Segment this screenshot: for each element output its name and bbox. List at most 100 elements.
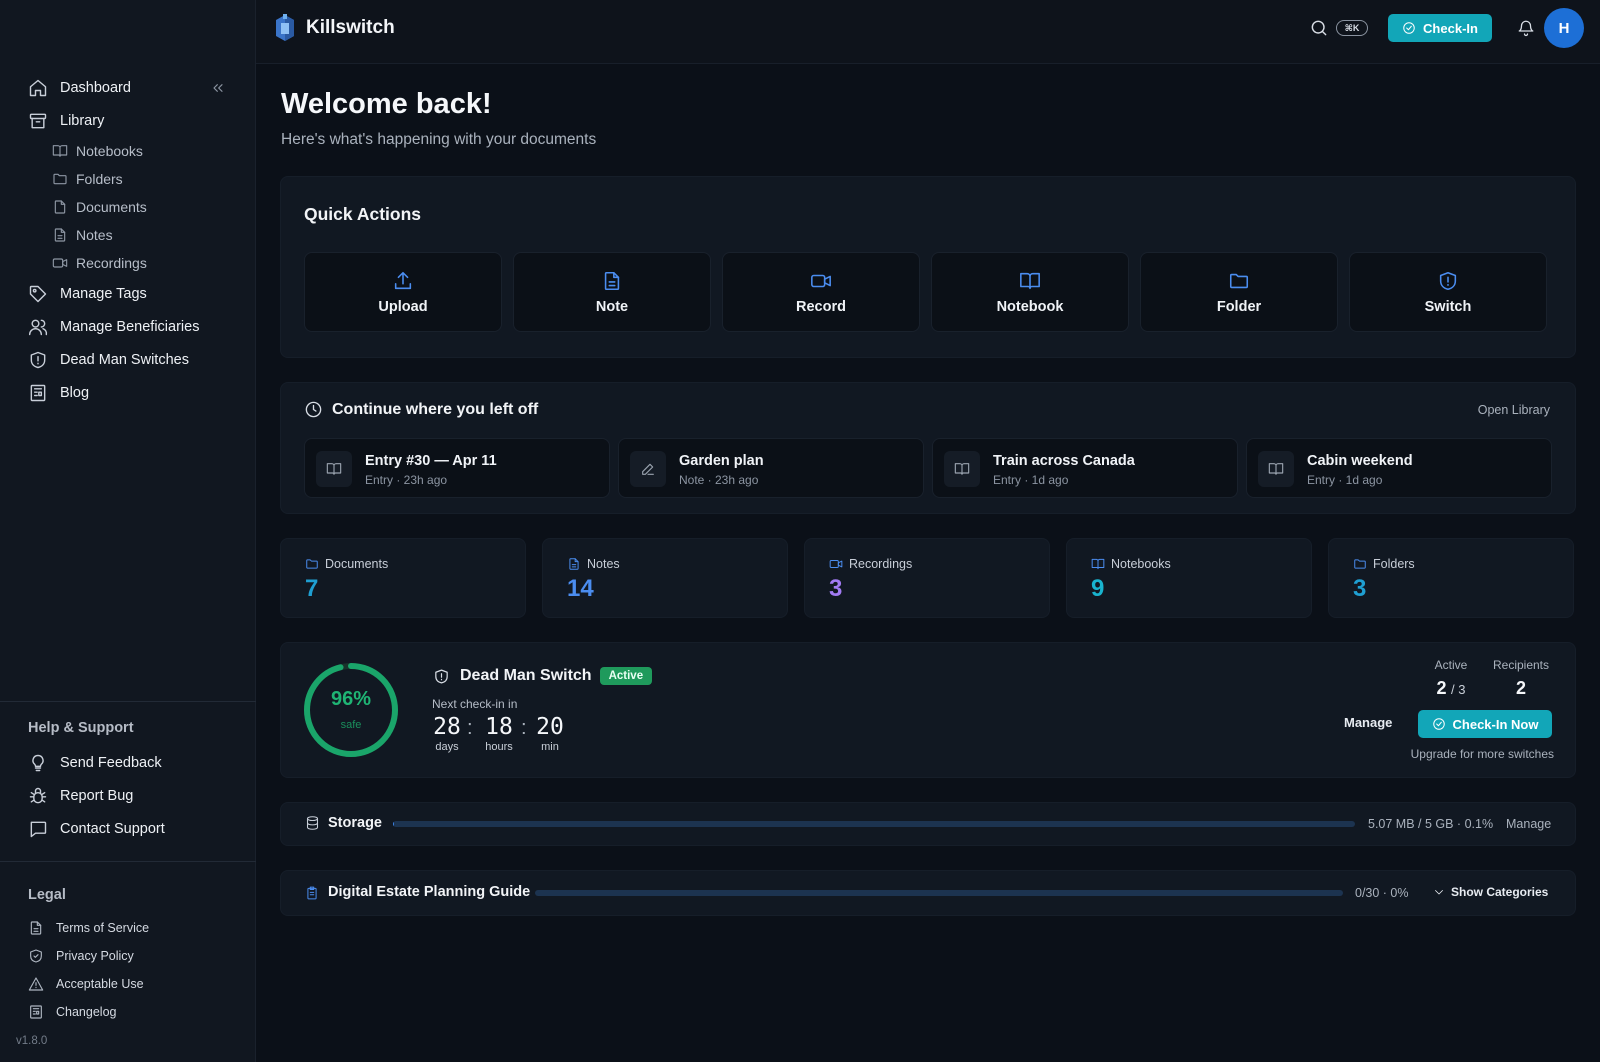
legal-acceptable-use-link[interactable]: Acceptable Use: [28, 974, 144, 994]
book-icon: [316, 451, 352, 487]
stat-folders[interactable]: Folders 3: [1328, 538, 1574, 618]
countdown-hours-label: hours: [485, 741, 513, 753]
help-section-title: Help & Support: [28, 720, 134, 736]
active-count-label: Active: [1434, 658, 1468, 672]
recent-item-meta: Note · 23h ago: [679, 473, 759, 487]
legal-terms-link[interactable]: Terms of Service: [28, 918, 149, 938]
sidebar-item-label: Notes: [76, 227, 113, 243]
sidebar-item-label: Blog: [60, 385, 90, 401]
guide-progress-text: 0/30 · 0%: [1355, 886, 1409, 900]
recent-item[interactable]: Train across Canada Entry · 1d ago: [932, 438, 1238, 498]
countdown-minutes: 20: [536, 714, 564, 740]
countdown-separator: :: [521, 717, 527, 739]
video-icon: [810, 270, 832, 292]
upload-button-label: Upload: [378, 298, 428, 315]
active-count: 2 / 3: [1420, 678, 1482, 699]
switch-button-label: Switch: [1424, 298, 1472, 315]
shield-icon: [28, 350, 48, 370]
clock-icon: [304, 400, 323, 419]
record-button[interactable]: Record: [722, 252, 920, 332]
storage-manage-link[interactable]: Manage: [1506, 817, 1551, 831]
sidebar-item-label: Documents: [76, 199, 147, 215]
killswitch-logo-icon: [272, 12, 298, 44]
storage-usage: 5.07 MB / 5 GB · 0.1%: [1368, 817, 1494, 831]
sidebar-item-dead-man-switches[interactable]: Dead Man Switches: [28, 348, 189, 372]
bell-icon[interactable]: [1517, 18, 1535, 38]
sidebar-item-folders[interactable]: Folders: [52, 168, 123, 190]
sidebar-item-notes[interactable]: Notes: [52, 224, 113, 246]
tag-icon: [28, 284, 48, 304]
search-shortcut-badge: ⌘K: [1336, 20, 1368, 36]
search-icon[interactable]: [1309, 18, 1329, 38]
stat-label: Notes: [587, 557, 620, 571]
sidebar-item-label: Contact Support: [60, 821, 165, 837]
collapse-sidebar-icon[interactable]: [210, 80, 226, 96]
lightbulb-icon: [28, 753, 48, 773]
sidebar-item-contact-support[interactable]: Contact Support: [28, 817, 165, 841]
upload-button[interactable]: Upload: [304, 252, 502, 332]
chevron-down-icon: [1433, 886, 1445, 898]
app-name: Killswitch: [306, 17, 395, 38]
open-library-link[interactable]: Open Library: [1478, 403, 1550, 417]
avatar[interactable]: H: [1544, 8, 1584, 48]
countdown-days: 28: [433, 714, 461, 740]
file-text-icon: [567, 557, 581, 571]
file-icon: [28, 920, 44, 936]
folder-button[interactable]: Folder: [1140, 252, 1338, 332]
recipients-label: Recipients: [1492, 658, 1550, 672]
stat-recordings[interactable]: Recordings 3: [804, 538, 1050, 618]
sidebar-item-manage-beneficiaries[interactable]: Manage Beneficiaries: [28, 315, 199, 339]
legal-item-label: Terms of Service: [56, 921, 150, 935]
recent-item-title: Cabin weekend: [1307, 453, 1413, 469]
notebook-button[interactable]: Notebook: [931, 252, 1129, 332]
sidebar-item-label: Dead Man Switches: [60, 352, 189, 368]
message-icon: [28, 819, 48, 839]
active-count-value: 2: [1436, 678, 1447, 698]
sidebar-item-documents[interactable]: Documents: [52, 196, 147, 218]
sidebar-item-send-feedback[interactable]: Send Feedback: [28, 751, 162, 775]
stat-label: Recordings: [849, 557, 913, 571]
note-button[interactable]: Note: [513, 252, 711, 332]
stat-value: 7: [305, 575, 319, 602]
checkin-now-button[interactable]: Check-In Now: [1418, 710, 1552, 738]
continue-title: Continue where you left off: [332, 400, 539, 418]
stat-documents[interactable]: Documents 7: [280, 538, 526, 618]
recent-item-meta: Entry · 23h ago: [365, 473, 448, 487]
sidebar-item-label: Dashboard: [60, 80, 131, 96]
upgrade-link[interactable]: Upgrade for more switches: [1411, 747, 1554, 761]
recent-item[interactable]: Cabin weekend Entry · 1d ago: [1246, 438, 1552, 498]
shield-alert-icon: [1437, 270, 1459, 292]
clipboard-icon: [305, 885, 319, 901]
sidebar-item-library[interactable]: Library: [28, 109, 104, 133]
checkin-now-label: Check-In Now: [1452, 716, 1539, 732]
sidebar-item-notebooks[interactable]: Notebooks: [52, 140, 143, 162]
countdown-separator: :: [467, 717, 473, 739]
sidebar-item-label: Notebooks: [76, 143, 143, 159]
users-icon: [28, 317, 48, 337]
storage-label: Storage: [328, 815, 382, 831]
show-categories-button[interactable]: Show Categories: [1433, 885, 1548, 899]
shield-icon: [433, 668, 450, 685]
sidebar-item-dashboard[interactable]: Dashboard: [28, 76, 131, 100]
sidebar-item-manage-tags[interactable]: Manage Tags: [28, 282, 147, 306]
recent-item[interactable]: Entry #30 — Apr 11 Entry · 23h ago: [304, 438, 610, 498]
sidebar-item-report-bug[interactable]: Report Bug: [28, 784, 133, 808]
stat-notebooks[interactable]: Notebooks 9: [1066, 538, 1312, 618]
legal-changelog-link[interactable]: Changelog: [28, 1002, 116, 1022]
guide-progress-bar: [535, 890, 1343, 896]
app-logo[interactable]: Killswitch: [272, 12, 395, 44]
recent-item[interactable]: Garden plan Note · 23h ago: [618, 438, 924, 498]
switch-button[interactable]: Switch: [1349, 252, 1547, 332]
legal-privacy-link[interactable]: Privacy Policy: [28, 946, 134, 966]
sidebar-item-label: Send Feedback: [60, 755, 162, 771]
status-badge: Active: [599, 667, 653, 685]
countdown-minutes-label: min: [541, 741, 559, 753]
sidebar-item-recordings[interactable]: Recordings: [52, 252, 147, 274]
manage-switch-button[interactable]: Manage: [1344, 715, 1392, 730]
newspaper-icon: [28, 383, 48, 403]
stat-notes[interactable]: Notes 14: [542, 538, 788, 618]
folder-button-label: Folder: [1216, 298, 1262, 315]
checkin-button[interactable]: Check-In: [1388, 14, 1492, 42]
legal-item-label: Privacy Policy: [56, 949, 134, 963]
sidebar-item-blog[interactable]: Blog: [28, 381, 89, 405]
